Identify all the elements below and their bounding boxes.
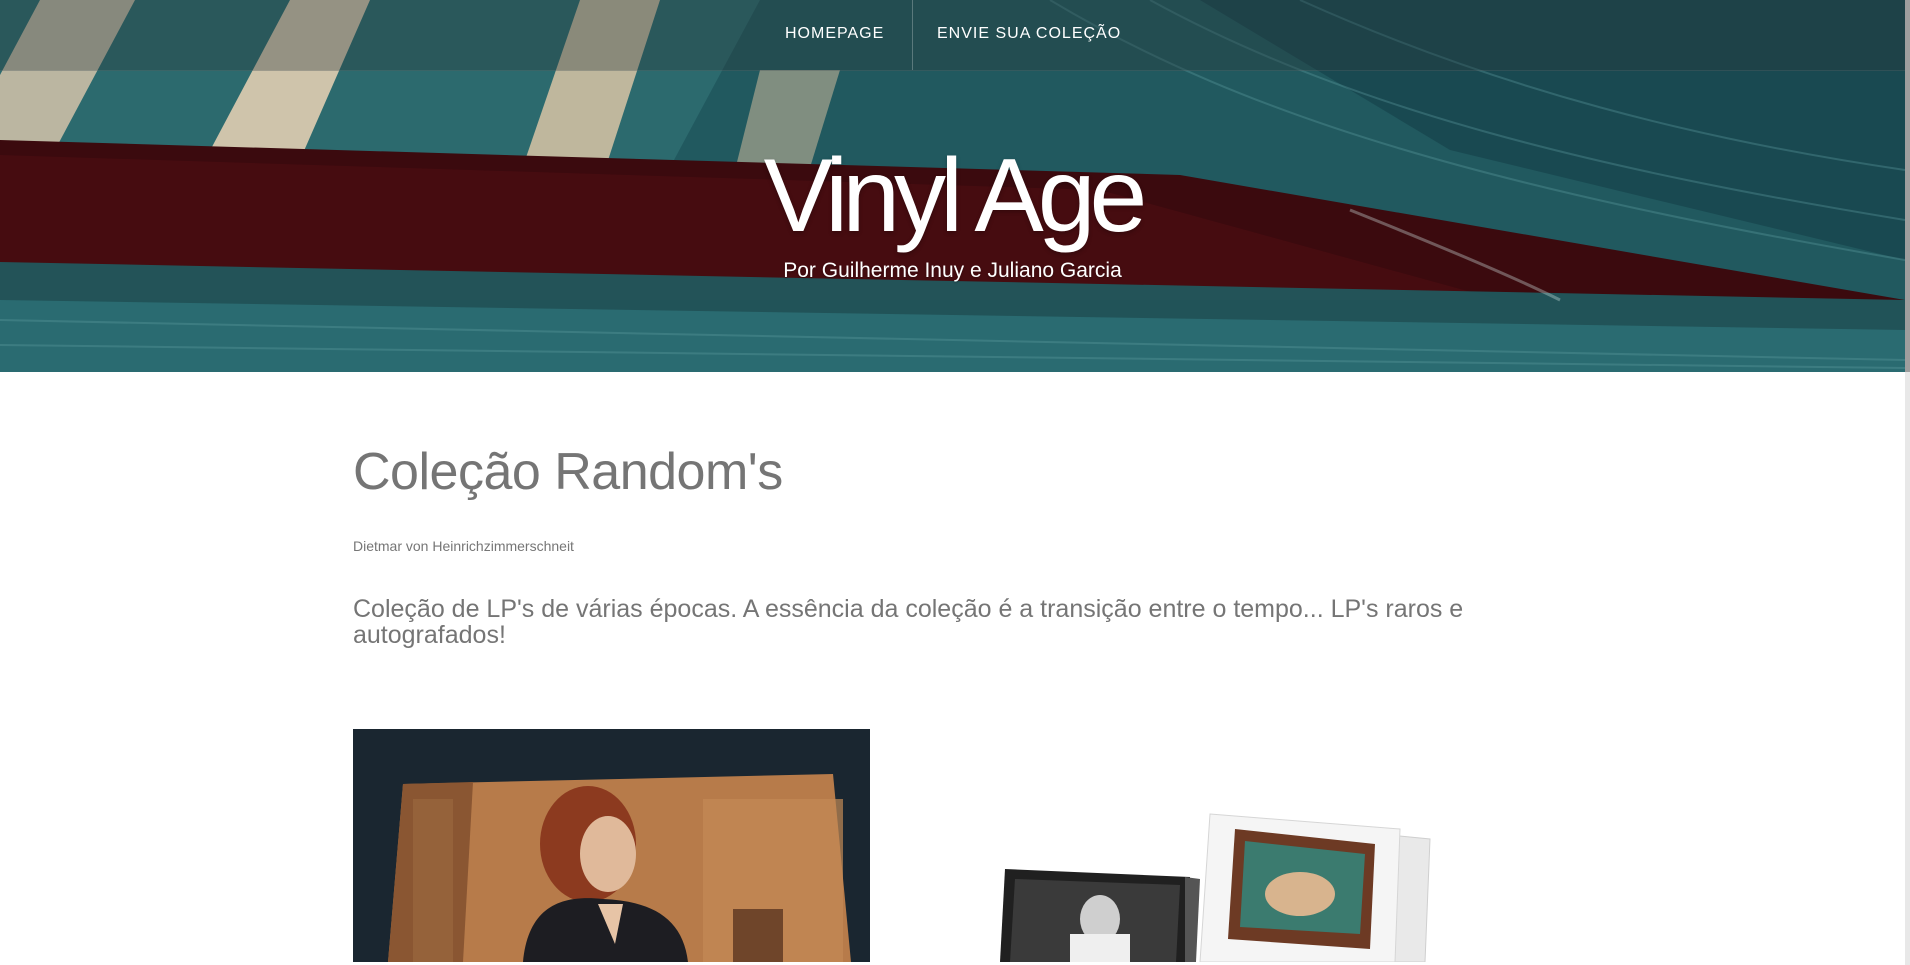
hero-banner: HOMEPAGE ENVIE SUA COLEÇÃO Vinyl Age Por… [0, 0, 1905, 372]
album-photo-portrait[interactable] [353, 729, 870, 962]
collection-author: Dietmar von Heinrichzimmerschneit [353, 538, 574, 554]
top-navbar: HOMEPAGE ENVIE SUA COLEÇÃO [0, 0, 1905, 71]
album-cover-image [353, 729, 870, 962]
site-title: Vinyl Age [763, 138, 1148, 254]
nav-homepage-link[interactable]: HOMEPAGE [757, 0, 914, 70]
collection-title: Coleção Random's [353, 443, 783, 501]
album-photo-polaroids[interactable] [960, 729, 1500, 962]
page: HOMEPAGE ENVIE SUA COLEÇÃO Vinyl Age Por… [0, 0, 1905, 962]
collection-description: Coleção de LP's de várias épocas. A essê… [353, 595, 1464, 649]
nav-send-collection-link[interactable]: ENVIE SUA COLEÇÃO [909, 0, 1149, 70]
polaroid-stack-image [960, 729, 1500, 962]
site-subtitle: Por Guilherme Inuy e Juliano Garcia [783, 259, 1122, 282]
vertical-scrollbar-thumb[interactable] [1905, 0, 1910, 372]
